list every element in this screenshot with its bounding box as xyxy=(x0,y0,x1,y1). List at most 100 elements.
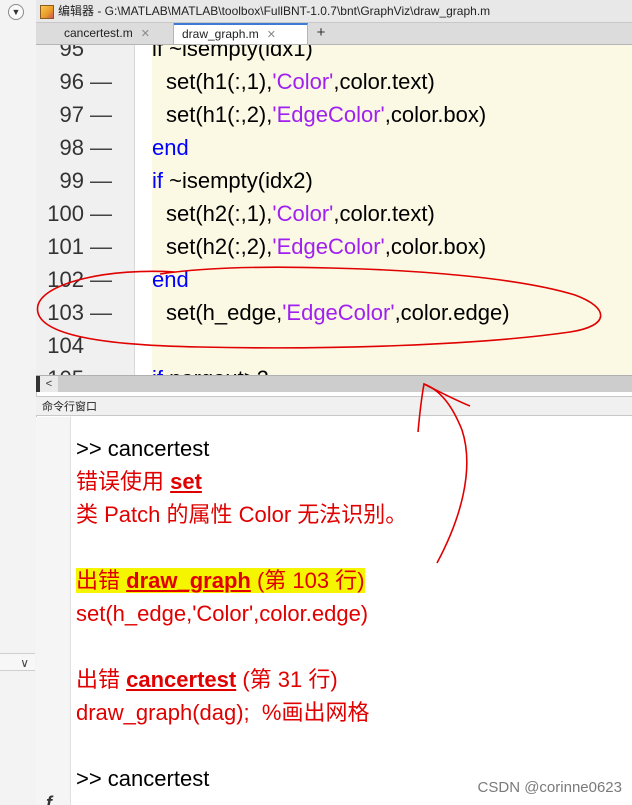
line-number: 99 xyxy=(59,168,84,193)
tab-draw-graph[interactable]: draw_graph.m ✕ xyxy=(174,23,308,44)
line-number: 95 xyxy=(59,45,84,61)
add-tab-button[interactable]: + xyxy=(310,23,332,44)
keyword-token: if xyxy=(152,168,163,193)
error-line: 错误使用 set xyxy=(76,465,202,498)
string-token: 'EdgeColor' xyxy=(272,234,385,259)
code-text: set(h2(:,1),'Color',color.text) xyxy=(166,197,435,230)
code-text: set(h2(:,2),'EdgeColor',color.box) xyxy=(166,230,486,263)
breakpoint-marker[interactable]: — xyxy=(90,230,112,263)
tab-cancertest[interactable]: cancertest.m ✕ xyxy=(56,23,174,44)
code-line[interactable]: 104 xyxy=(36,329,632,362)
breakpoint-marker[interactable]: — xyxy=(90,98,112,131)
code-token: if ~isempty(idx1) xyxy=(152,45,313,61)
error-line-number: (第 31 行) xyxy=(236,667,338,692)
breakpoint-marker[interactable]: — xyxy=(90,164,112,197)
code-text: if ~isempty(idx2) xyxy=(152,164,313,197)
command-prompt-line: >> cancertest xyxy=(76,766,210,791)
breakpoint-marker[interactable]: — xyxy=(90,131,112,164)
code-text: if nargout>2 xyxy=(152,362,269,375)
code-line[interactable]: 103— set(h_edge,'EdgeColor',color.edge) xyxy=(36,296,632,329)
window-title: 编辑器 - G:\MATLAB\MATLAB\toolbox\FullBNT-1… xyxy=(58,4,491,18)
line-number: 105 xyxy=(36,362,84,375)
command-window-margin xyxy=(36,417,71,805)
set-error-link[interactable]: set xyxy=(170,469,202,494)
error-code-line: set(h_edge,'Color',color.edge) xyxy=(76,601,369,626)
code-text: end xyxy=(152,263,189,296)
line-number: 98 xyxy=(59,135,84,160)
code-line[interactable]: 101— set(h2(:,2),'EdgeColor',color.box) xyxy=(36,230,632,263)
keyword-token: end xyxy=(152,267,189,292)
code-editor[interactable]: 95 if ~isempty(idx1) 96— set(h1(:,1),'Color… xyxy=(36,45,632,375)
editor-tab-bar: cancertest.m ✕ draw_graph.m ✕ + xyxy=(36,23,632,45)
code-line[interactable]: 99— if ~isempty(idx2) xyxy=(36,164,632,197)
keyword-token: if xyxy=(152,366,163,375)
chevron-down-icon[interactable]: ∨ xyxy=(0,653,35,671)
editor-title-bar: 编辑器 - G:\MATLAB\MATLAB\toolbox\FullBNT-1… xyxy=(36,0,632,23)
breakpoint-marker[interactable]: — xyxy=(90,296,112,329)
code-line[interactable]: 100— set(h2(:,1),'Color',color.text) xyxy=(36,197,632,230)
code-line[interactable]: 105 if nargout>2 xyxy=(36,362,632,375)
code-token: ,color.box) xyxy=(384,102,487,127)
error-line-number: (第 103 行) xyxy=(250,568,365,593)
tab-label: draw_graph.m xyxy=(182,27,259,41)
code-token: ,color.text) xyxy=(333,69,435,94)
code-text: end xyxy=(152,131,189,164)
error-prefix: 出错 xyxy=(76,568,127,593)
line-number: 101 xyxy=(47,234,84,259)
draw-graph-link[interactable]: draw_graph xyxy=(126,568,251,593)
scroll-left-button[interactable]: < xyxy=(40,376,58,392)
code-line[interactable]: 98— end xyxy=(36,131,632,164)
close-icon[interactable]: ✕ xyxy=(267,29,276,41)
line-number: 104 xyxy=(47,333,84,358)
breakpoint-marker[interactable]: — xyxy=(90,197,112,230)
code-line[interactable]: 97— set(h1(:,2),'EdgeColor',color.box) xyxy=(36,98,632,131)
code-token: nargout>2 xyxy=(163,366,269,375)
code-token: set(h1(:,1), xyxy=(166,69,273,94)
command-window[interactable]: >> cancertest 错误使用 set 类 Patch 的属性 Color… xyxy=(36,417,632,805)
error-message: 类 Patch 的属性 Color 无法识别。 xyxy=(76,502,408,527)
code-text: set(h_edge,'EdgeColor',color.edge) xyxy=(166,296,510,329)
cancertest-link[interactable]: cancertest xyxy=(126,667,236,692)
code-token: ,color.box) xyxy=(384,234,487,259)
dropdown-icon[interactable]: ▼ xyxy=(8,4,24,20)
error-prefix: 出错 xyxy=(76,667,127,692)
watermark: CSDN @corinne0623 xyxy=(477,779,622,796)
keyword-token: end xyxy=(152,135,189,160)
breakpoint-marker[interactable]: — xyxy=(90,65,112,98)
code-line[interactable]: 95 if ~isempty(idx1) xyxy=(36,45,632,65)
error-prefix: 错误使用 xyxy=(76,469,171,494)
line-number: 96 xyxy=(59,69,84,94)
string-token: 'EdgeColor' xyxy=(282,300,395,325)
code-text: if ~isempty(idx1) xyxy=(152,45,313,65)
code-token: ,color.text) xyxy=(333,201,435,226)
code-token: set(h2(:,2), xyxy=(166,234,273,259)
code-line[interactable]: 96— set(h1(:,1),'Color',color.text) xyxy=(36,65,632,98)
line-number: 102 xyxy=(47,267,84,292)
command-window-header: 命令行窗口 xyxy=(36,396,632,416)
close-icon[interactable]: ✕ xyxy=(141,28,150,40)
line-number: 100 xyxy=(47,201,84,226)
line-number: 103 xyxy=(47,300,84,325)
code-line[interactable]: 102— end xyxy=(36,263,632,296)
tab-label: cancertest.m xyxy=(64,26,133,40)
command-prompt-line: >> cancertest xyxy=(76,436,210,461)
code-token: ~isempty(idx2) xyxy=(163,168,313,193)
code-token: set(h2(:,1), xyxy=(166,201,273,226)
string-token: 'Color' xyxy=(272,201,334,226)
code-text: set(h1(:,2),'EdgeColor',color.box) xyxy=(166,98,486,131)
error-location-line: 出错 cancertest (第 31 行) xyxy=(76,663,338,696)
fx-icon: f xyxy=(46,793,52,805)
left-panel: ▼ ∨ xyxy=(0,0,37,805)
code-token: set(h1(:,2), xyxy=(166,102,273,127)
line-number: 97 xyxy=(59,102,84,127)
error-location-line: 出错 draw_graph (第 103 行) xyxy=(76,564,365,597)
code-text: set(h1(:,1),'Color',color.text) xyxy=(166,65,435,98)
editor-app-icon xyxy=(40,4,54,19)
string-token: 'Color' xyxy=(272,69,334,94)
code-token: set(h_edge, xyxy=(166,300,283,325)
horizontal-scrollbar[interactable]: < xyxy=(36,375,632,392)
breakpoint-marker[interactable]: — xyxy=(90,263,112,296)
error-code-line: draw_graph(dag); %画出网格 xyxy=(76,700,370,725)
code-token: ,color.edge) xyxy=(394,300,510,325)
string-token: 'EdgeColor' xyxy=(272,102,385,127)
